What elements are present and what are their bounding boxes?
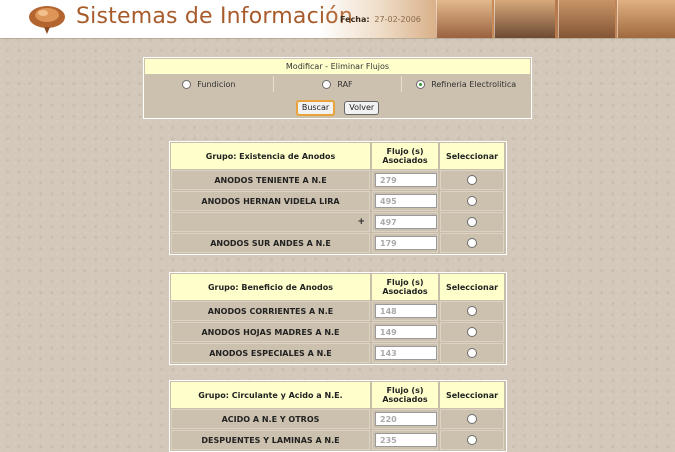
row-name: ANODOS HOJAS MADRES A N.E	[171, 322, 370, 342]
flujo-header: Flujo (s) Asociados	[372, 382, 438, 408]
row-name: ANODOS ESPECIALES A N.E	[171, 343, 370, 363]
plus-icon[interactable]: +	[357, 217, 365, 227]
radio-icon[interactable]	[182, 79, 192, 89]
radio-label: Refineria Electrolitica	[431, 79, 517, 89]
table-row: ANODOS HERNAN VIDELA LIRA 495	[171, 191, 505, 211]
flujo-input[interactable]: 495	[375, 194, 437, 208]
group-header: Grupo: Beneficio de Anodos Flujo (s) Aso…	[171, 274, 505, 300]
flujo-input[interactable]: 235	[375, 433, 437, 447]
group-title: Grupo: Existencia de Anodos	[171, 143, 370, 169]
flujo-header: Flujo (s) Asociados	[372, 274, 438, 300]
flujo-input[interactable]: 220	[375, 412, 437, 426]
select-radio[interactable]	[467, 327, 477, 337]
flujo-header: Flujo (s) Asociados	[372, 143, 438, 169]
radio-option-fundicion[interactable]: Fundicion	[145, 76, 274, 92]
table-row: ANODOS TENIENTE A N.E 279	[171, 170, 505, 190]
radio-option-refineria[interactable]: Refineria Electrolitica	[402, 76, 530, 92]
area-radio-group: Fundicion RAF Refineria Electrolitica	[145, 76, 530, 92]
group-existencia-anodos: Grupo: Existencia de Anodos Flujo (s) As…	[169, 141, 507, 255]
select-radio[interactable]	[467, 175, 477, 185]
panel-title: Modificar - Eliminar Flujos	[145, 59, 530, 74]
flujo-input[interactable]: 497	[375, 215, 437, 229]
row-name: ANODOS CORRIENTES A N.E	[171, 301, 370, 321]
select-radio[interactable]	[467, 217, 477, 227]
flujo-input[interactable]: 179	[375, 236, 437, 250]
date-label: Fecha:	[340, 15, 370, 24]
flujo-input[interactable]: 148	[375, 304, 437, 318]
group-header: Grupo: Existencia de Anodos Flujo (s) As…	[171, 143, 505, 169]
row-name: ACIDO A N.E Y OTROS	[171, 409, 370, 429]
radio-checked-icon[interactable]	[416, 79, 426, 89]
volver-button[interactable]: Volver	[344, 101, 380, 115]
row-name: ANODOS HERNAN VIDELA LIRA	[171, 191, 370, 211]
table-row: ANODOS SUR ANDES A N.E 179	[171, 233, 505, 253]
group-title: Grupo: Beneficio de Anodos	[171, 274, 370, 300]
table-row: ACIDO A N.E Y OTROS 220	[171, 409, 505, 429]
date-display: Fecha: 27-02-2006	[340, 15, 421, 24]
select-radio[interactable]	[467, 238, 477, 248]
app-title: Sistemas de Información	[76, 4, 353, 29]
table-row: ANODOS ESPECIALES A N.E 143	[171, 343, 505, 363]
table-row: ANODOS CORRIENTES A N.E 148	[171, 301, 505, 321]
date-value: 27-02-2006	[374, 15, 421, 24]
group-header: Grupo: Circulante y Acido a N.E. Flujo (…	[171, 382, 505, 408]
radio-icon[interactable]	[322, 79, 332, 89]
radio-label: Fundicion	[197, 79, 236, 89]
flujo-input[interactable]: 279	[375, 173, 437, 187]
select-radio[interactable]	[467, 196, 477, 206]
select-radio[interactable]	[467, 435, 477, 445]
flujo-input[interactable]: 149	[375, 325, 437, 339]
row-name: ANODOS TENIENTE A N.E	[171, 170, 370, 190]
select-radio[interactable]	[467, 414, 477, 424]
flujo-input[interactable]: 143	[375, 346, 437, 360]
group-circulante-acido: Grupo: Circulante y Acido a N.E. Flujo (…	[169, 380, 507, 452]
logo-icon	[29, 6, 65, 34]
filter-panel: Modificar - Eliminar Flujos Fundicion RA…	[143, 57, 532, 119]
radio-option-raf[interactable]: RAF	[274, 76, 403, 92]
row-name: ANODOS SUR ANDES A N.E	[171, 233, 370, 253]
seleccionar-header: Seleccionar	[440, 382, 504, 408]
table-row: ANODOS HOJAS MADRES A N.E 149	[171, 322, 505, 342]
table-row: + 497	[171, 212, 505, 232]
radio-label: RAF	[337, 79, 353, 89]
panel-buttons: Buscar Volver	[144, 95, 531, 116]
app-header: Sistemas de Información Fecha: 27-02-200…	[0, 0, 675, 39]
buscar-button[interactable]: Buscar	[295, 100, 336, 116]
seleccionar-header: Seleccionar	[440, 143, 504, 169]
row-name: DESPUENTES Y LAMINAS A N.E	[171, 430, 370, 450]
group-title: Grupo: Circulante y Acido a N.E.	[171, 382, 370, 408]
table-row: DESPUENTES Y LAMINAS A N.E 235	[171, 430, 505, 450]
group-beneficio-anodos: Grupo: Beneficio de Anodos Flujo (s) Aso…	[169, 272, 507, 365]
select-radio[interactable]	[467, 306, 477, 316]
select-radio[interactable]	[467, 348, 477, 358]
seleccionar-header: Seleccionar	[440, 274, 504, 300]
